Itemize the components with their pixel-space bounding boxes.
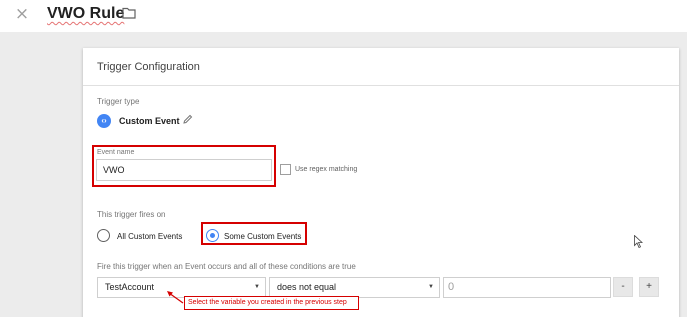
condition-value: 0	[448, 281, 455, 293]
panel-title: Trigger Configuration	[97, 61, 200, 73]
mouse-cursor-icon	[634, 235, 643, 248]
caret-down-icon: ▼	[428, 284, 434, 290]
pencil-icon[interactable]	[183, 114, 193, 124]
radio-all-custom-events[interactable]	[97, 229, 110, 242]
variable-value: TestAccount	[105, 282, 155, 292]
trigger-type-name: Custom Event	[119, 116, 180, 126]
event-name-label: Event name	[97, 149, 135, 156]
condition-value-input[interactable]: 0	[443, 277, 611, 298]
caret-down-icon: ▼	[254, 284, 260, 290]
radio-all-label: All Custom Events	[117, 232, 183, 241]
fires-on-label: This trigger fires on	[97, 210, 166, 219]
trigger-configuration-panel: Trigger Configuration Trigger type ‹› Cu…	[83, 48, 679, 317]
panel-header: Trigger Configuration	[83, 48, 679, 86]
regex-checkbox[interactable]	[280, 164, 291, 175]
radio-some-custom-events[interactable]	[206, 229, 219, 242]
folder-icon[interactable]	[122, 7, 136, 19]
remove-condition-button[interactable]: -	[613, 277, 633, 297]
regex-label: Use regex matching	[295, 166, 358, 173]
annotation-arrow-icon	[167, 291, 184, 304]
annotation-callout: Select the variable you created in the p…	[184, 296, 359, 310]
top-bar: × VWO Rule	[0, 0, 687, 32]
custom-event-icon: ‹›	[97, 114, 111, 128]
close-icon[interactable]: ×	[14, 5, 30, 23]
event-name-input[interactable]	[96, 159, 272, 181]
trigger-type-label: Trigger type	[97, 97, 140, 106]
condition-label: Fire this trigger when an Event occurs a…	[97, 262, 356, 271]
add-condition-button[interactable]: +	[639, 277, 659, 297]
radio-some-label: Some Custom Events	[224, 232, 302, 241]
operator-value: does not equal	[277, 282, 337, 292]
page-title[interactable]: VWO Rule	[47, 4, 124, 24]
operator-select[interactable]: does not equal ▼	[269, 277, 440, 298]
